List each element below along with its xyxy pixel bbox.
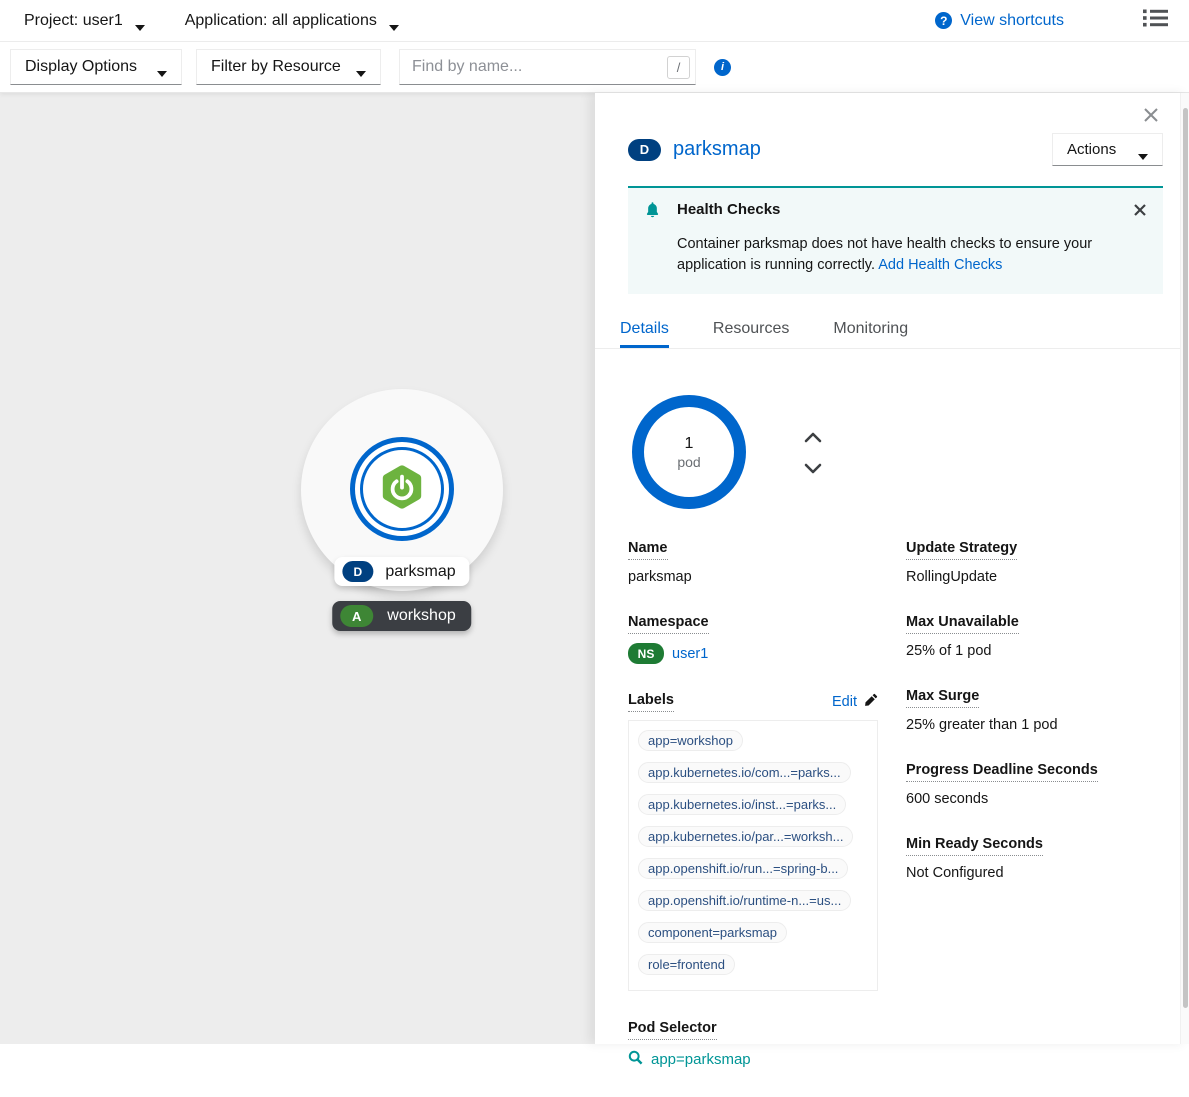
health-checks-alert: Health Checks Container parksmap does no… [628,186,1163,294]
scale-up-icon[interactable] [804,430,822,442]
pod-selector-value: app=parksmap [651,1051,751,1068]
pod-donut-chart[interactable]: 1 pod [630,393,748,511]
label-chip[interactable]: app.openshift.io/runtime-n...=us... [638,890,851,911]
alert-close-icon[interactable] [1133,203,1147,217]
panel-scrollbar[interactable] [1180,93,1189,1044]
max-surge-value: 25% greater than 1 pod [906,717,1163,733]
project-selector-label: Project: user1 [24,12,123,30]
view-shortcuts-link[interactable]: ? View shortcuts [935,12,1064,30]
project-selector[interactable]: Project: user1 [24,12,145,30]
context-bar: Project: user1 Application: all applicat… [0,0,1189,42]
field-max-surge: Max Surge 25% greater than 1 pod [906,687,1163,733]
namespace-badge: NS [628,643,664,664]
find-by-name-input[interactable] [399,49,696,85]
deployment-badge: D [628,139,661,161]
application-selector[interactable]: Application: all applications [185,12,399,30]
caret-down-icon [356,64,366,70]
update-strategy-value: RollingUpdate [906,569,1163,585]
chevron-down-icon [389,18,399,24]
scrollbar-thumb[interactable] [1183,108,1188,1008]
field-update-strategy: Update Strategy RollingUpdate [906,539,1163,585]
progress-deadline-value: 600 seconds [906,791,1163,807]
labels-list: app=workshop app.kubernetes.io/com...=pa… [628,720,878,991]
progress-deadline-label[interactable]: Progress Deadline Seconds [906,762,1098,782]
application-name: workshop [387,607,455,625]
pencil-icon [864,693,878,711]
namespace-label[interactable]: Namespace [628,614,709,634]
bell-icon [644,201,661,224]
deployment-badge: D [342,561,373,582]
details-left-column: Name parksmap Namespace NS user1 Labels … [628,539,878,1097]
edit-label: Edit [832,694,857,710]
tab-monitoring[interactable]: Monitoring [833,312,908,348]
name-label[interactable]: Name [628,540,668,560]
pod-count: 1 [685,435,694,453]
update-strategy-label[interactable]: Update Strategy [906,540,1017,560]
label-chip[interactable]: role=frontend [638,954,735,975]
field-progress-deadline: Progress Deadline Seconds 600 seconds [906,761,1163,807]
filter-by-resource-dropdown[interactable]: Filter by Resource [196,49,381,85]
field-namespace: Namespace NS user1 [628,613,878,664]
labels-label[interactable]: Labels [628,692,674,712]
chevron-down-icon [135,18,145,24]
node-name: parksmap [385,563,455,581]
label-chip[interactable]: component=parksmap [638,922,787,943]
edit-labels-button[interactable]: Edit [832,693,878,711]
node-label-parksmap[interactable]: D parksmap [334,557,469,586]
search-icon [628,1050,643,1069]
min-ready-value: Not Configured [906,865,1163,881]
view-shortcuts-label: View shortcuts [960,12,1064,30]
display-options-dropdown[interactable]: Display Options [10,49,182,85]
caret-down-icon [157,64,167,70]
tab-details[interactable]: Details [620,312,669,348]
max-unavailable-label[interactable]: Max Unavailable [906,614,1019,634]
caret-down-icon [1138,147,1148,153]
label-chip[interactable]: app.openshift.io/run...=spring-b... [638,858,848,879]
label-chip[interactable]: app.kubernetes.io/com...=parks... [638,762,851,783]
slash-shortcut-badge: / [667,56,690,79]
deployment-node-ring [360,447,444,531]
deployment-node-parksmap[interactable] [350,437,454,541]
actions-dropdown[interactable]: Actions [1052,133,1163,166]
field-pod-selector: Pod Selector app=parksmap [628,1019,878,1069]
panel-title[interactable]: parksmap [673,138,761,161]
spring-boot-icon [378,463,426,516]
min-ready-label[interactable]: Min Ready Seconds [906,836,1043,856]
max-surge-label[interactable]: Max Surge [906,688,979,708]
field-min-ready: Min Ready Seconds Not Configured [906,835,1163,881]
alert-title: Health Checks [677,201,1133,218]
label-chip[interactable]: app.kubernetes.io/par...=worksh... [638,826,853,847]
add-health-checks-link[interactable]: Add Health Checks [878,257,1002,273]
name-value: parksmap [628,569,878,585]
filter-by-resource-label: Filter by Resource [211,58,341,76]
field-max-unavailable: Max Unavailable 25% of 1 pod [906,613,1163,659]
field-name: Name parksmap [628,539,878,585]
label-chip[interactable]: app=workshop [638,730,743,751]
application-badge: A [340,605,373,627]
topology-toolbar: Display Options Filter by Resource / i [0,42,1189,93]
panel-close-icon[interactable] [1141,105,1161,125]
pod-unit-label: pod [677,454,700,470]
namespace-link[interactable]: user1 [672,646,708,662]
scale-down-icon[interactable] [804,462,822,474]
question-circle-icon: ? [935,12,952,29]
application-group-label-workshop[interactable]: A workshop [332,601,471,631]
max-unavailable-value: 25% of 1 pod [906,643,1163,659]
panel-tabs: Details Resources Monitoring [595,312,1189,349]
details-right-column: Update Strategy RollingUpdate Max Unavai… [906,539,1163,1097]
tab-resources[interactable]: Resources [713,312,789,348]
info-circle-icon[interactable]: i [714,59,731,76]
resource-side-panel: D parksmap Actions Health Checks [595,93,1189,1044]
application-selector-label: Application: all applications [185,12,377,30]
list-view-toggle-icon[interactable] [1142,7,1169,34]
label-chip[interactable]: app.kubernetes.io/inst...=parks... [638,794,846,815]
display-options-label: Display Options [25,58,137,76]
pod-selector-link[interactable]: app=parksmap [628,1050,878,1069]
actions-label: Actions [1067,141,1116,158]
field-labels: Labels Edit app=workshop app.ku [628,692,878,991]
pod-selector-label[interactable]: Pod Selector [628,1020,717,1040]
